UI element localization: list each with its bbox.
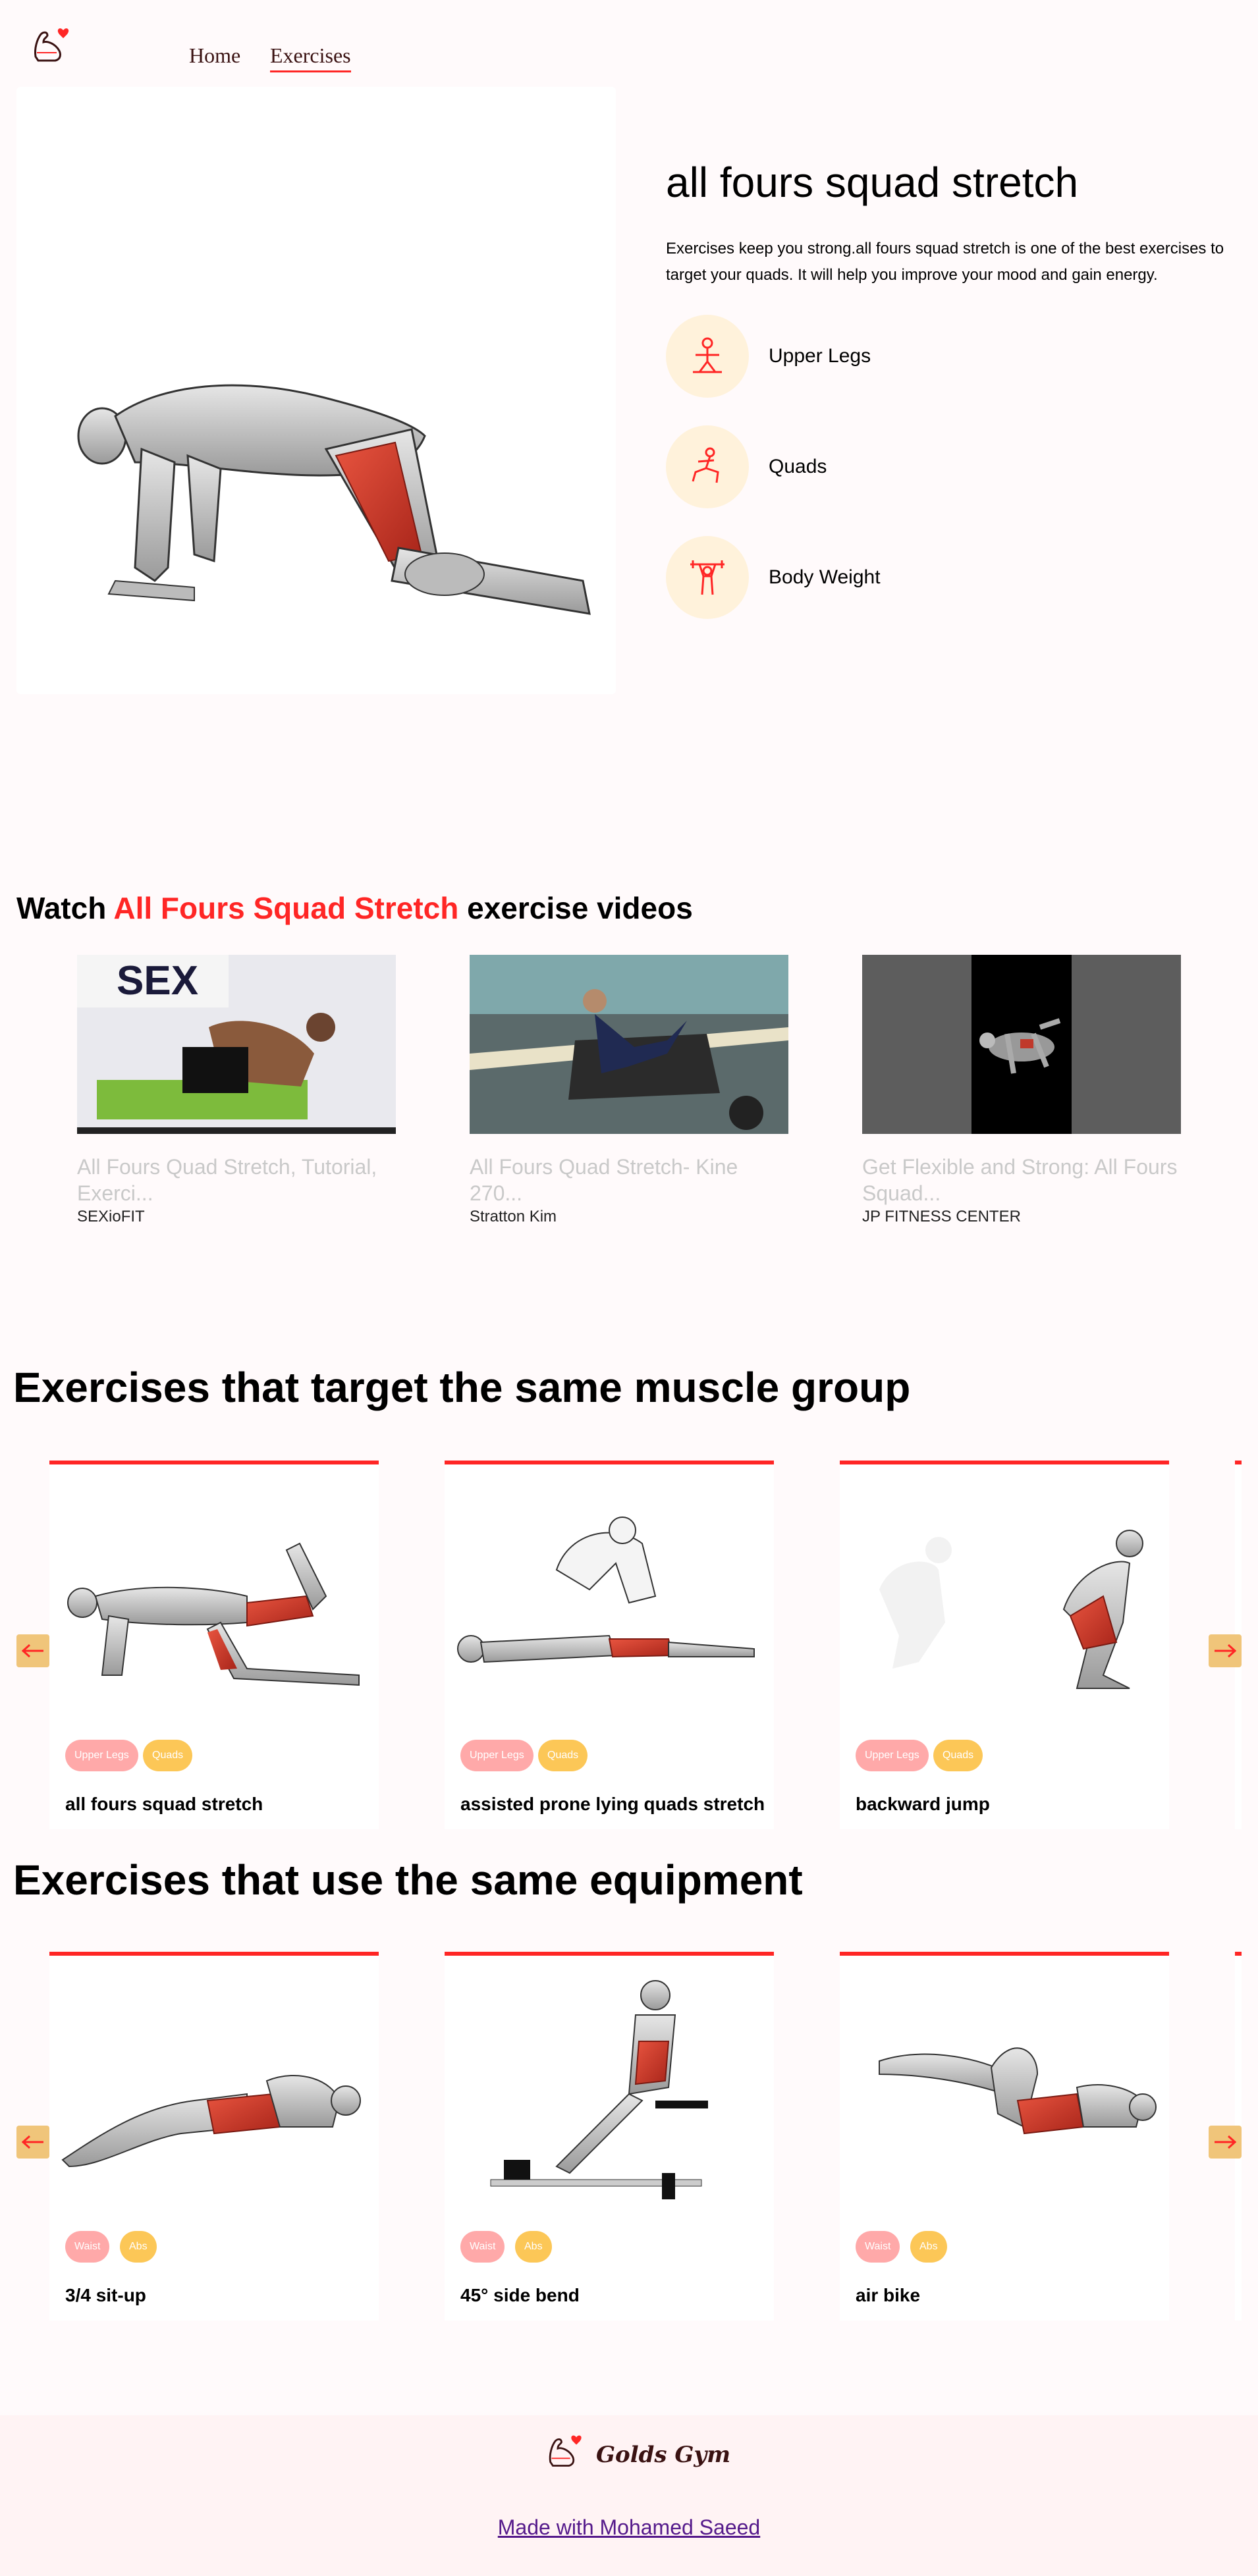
video-card[interactable]: All Fours Quad Stretch- Kine 270... Stra… [470,955,788,1226]
target-tag[interactable]: Abs [120,2231,157,2263]
video-title[interactable]: Get Flexible and Strong: All Fours Squad… [862,1154,1181,1206]
exercise-card[interactable]: Upper Legs Quads backward jump [840,1461,1169,1829]
nav-home-link[interactable]: Home [189,43,240,68]
exercise-card-name: air bike [856,2285,921,2305]
exercise-card[interactable]: Waist Abs air bike [840,1952,1169,2321]
video-thumbnail[interactable]: SEX [77,955,396,1134]
video-channel: JP FITNESS CENTER [862,1208,1021,1225]
carousel-prev-arrow[interactable] [16,1634,49,1667]
arrow-right-icon [1215,1644,1236,1657]
exercise-card-image [840,1969,1169,2206]
detail-body-part: Upper Legs [666,315,871,398]
target-tag[interactable]: Quads [933,1740,983,1771]
video-channel: SEXioFIT [77,1208,145,1225]
detail-equipment: Body Weight [666,536,881,619]
target-icon [666,425,749,508]
body-part-tag[interactable]: Upper Legs [460,1740,533,1771]
equipment-label: Body Weight [769,566,881,588]
detail-target: Quads [666,425,827,508]
video-channel: Stratton Kim [470,1208,557,1225]
exercise-card-name: backward jump [856,1794,990,1814]
exercise-card-name: 45° side bend [460,2285,580,2305]
video-title[interactable]: All Fours Quad Stretch- Kine 270... [470,1154,788,1206]
top-navigation: Home Exercises [0,0,1258,79]
target-label: Quads [769,456,827,477]
body-part-tag[interactable]: Upper Legs [65,1740,138,1771]
exercise-card[interactable]: Upper Legs Quads assisted prone lying qu… [445,1461,774,1829]
body-part-tag[interactable]: Waist [460,2231,505,2263]
carousel-next-arrow[interactable] [1209,2126,1242,2159]
exercise-card-image [840,1478,1169,1715]
exercise-title: all fours squad stretch [666,159,1079,206]
exercise-card[interactable]: Upper Legs Quads all fours squad stretch [49,1461,379,1829]
body-part-tag[interactable]: Upper Legs [856,1740,929,1771]
video-thumbnail[interactable] [470,955,788,1134]
exercise-card[interactable]: Waist Abs 3/4 sit-up [49,1952,379,2321]
video-card[interactable]: Get Flexible and Strong: All Fours Squad… [862,955,1181,1226]
video-card[interactable]: SEX All Fours Quad Stretch, Tutorial, Ex… [77,955,396,1226]
carousel-prev-arrow[interactable] [16,2126,49,2159]
flexed-arm-heart-icon[interactable] [32,24,74,66]
target-muscle-heading: Exercises that target the same muscle gr… [13,1364,911,1411]
arrow-left-icon [22,1644,43,1657]
arrow-left-icon [22,2135,43,2149]
exercise-card-name: assisted prone lying quads stretch [460,1794,765,1814]
exercise-description: Exercises keep you strong.all fours squa… [666,240,1224,284]
exercise-card-image [49,1969,379,2206]
body-part-tag[interactable]: Waist [856,2231,900,2263]
body-part-tag[interactable]: Waist [65,2231,110,2263]
exercise-hero-image [16,87,616,694]
arrow-right-icon [1215,2135,1236,2149]
exercise-card-name: all fours squad stretch [65,1794,263,1814]
footer-brand: Golds Gym [596,2442,731,2468]
exercise-card-image [445,1478,774,1715]
footer: Golds Gym Made with Mohamed Saeed [0,2415,1258,2576]
target-tag[interactable]: Abs [910,2231,947,2263]
body-part-icon [666,315,749,398]
equipment-icon [666,536,749,619]
videos-heading-suffix: exercise videos [467,891,693,925]
video-thumbnail[interactable] [862,955,1181,1134]
target-tag[interactable]: Quads [143,1740,193,1771]
carousel-next-arrow[interactable] [1209,1634,1242,1667]
nav-exercises-link[interactable]: Exercises [270,43,351,72]
target-tag[interactable]: Quads [538,1740,588,1771]
exercise-card[interactable]: Waist Abs 45° side bend [445,1952,774,2321]
videos-heading-highlight: All Fours Squad Stretch [113,891,459,925]
body-part-label: Upper Legs [769,345,871,367]
target-tag[interactable]: Abs [515,2231,552,2263]
same-equipment-heading: Exercises that use the same equipment [13,1856,803,1904]
footer-credit-link[interactable]: Made with Mohamed Saeed [0,2515,1258,2540]
svg-text:SEX: SEX [117,958,198,1004]
exercise-card-name: 3/4 sit-up [65,2285,146,2305]
exercise-card-image [49,1478,379,1715]
video-title[interactable]: All Fours Quad Stretch, Tutorial, Exerci… [77,1154,396,1206]
videos-heading-prefix: Watch [16,891,107,925]
flexed-arm-heart-icon [549,2435,582,2467]
exercise-card-image [445,1969,774,2206]
videos-heading: Watch All Fours Squad Stretch exercise v… [16,890,693,926]
